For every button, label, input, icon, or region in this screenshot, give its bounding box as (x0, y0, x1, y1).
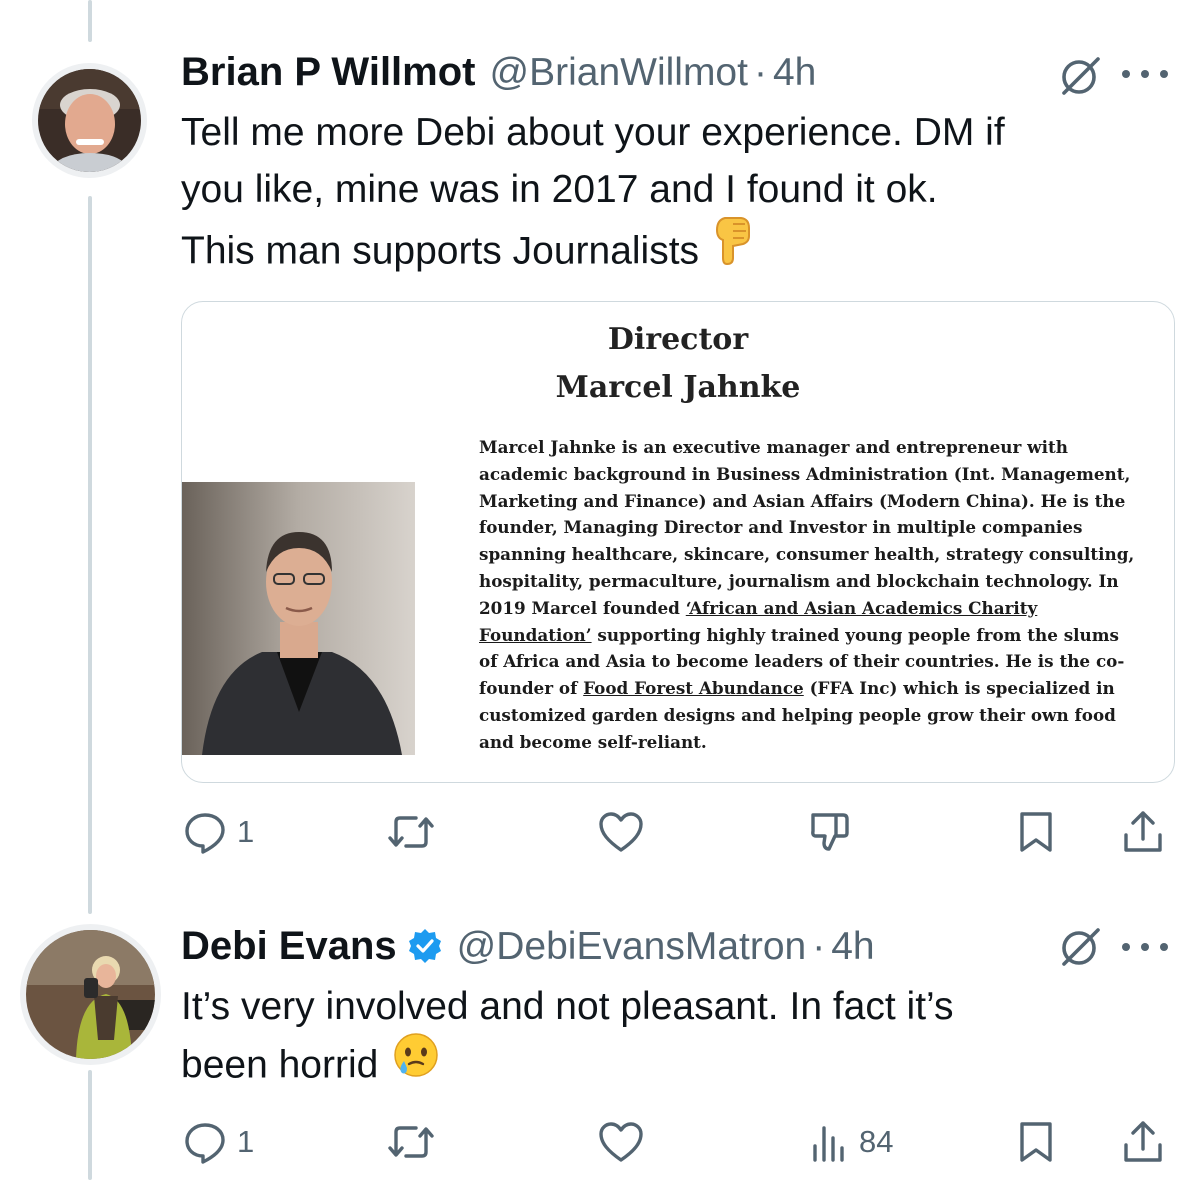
tweet-header: Debi Evans @DebiEvansMatron · 4h (181, 923, 875, 969)
bookmark-button[interactable] (1016, 1112, 1056, 1172)
bio-text: Marcel Jahnke is an executive manager an… (479, 437, 1135, 618)
timestamp[interactable]: 4h (773, 51, 816, 95)
portrait-photo (182, 482, 415, 755)
tweet-text: Tell me more Debi about your experience.… (181, 104, 1005, 275)
tweet-action-bar: 1 (181, 802, 1173, 862)
separator-dot: · (812, 925, 826, 968)
tweet-text-line: been horrid (181, 1043, 379, 1087)
food-forest-abundance-link: Food Forest Abundance (583, 678, 804, 699)
tweet-action-bar: 1 84 (181, 1112, 1173, 1172)
bookmark-icon (1020, 812, 1052, 852)
share-button[interactable] (1121, 1112, 1165, 1172)
tweet-header: Brian P Willmot @BrianWillmot · 4h (181, 50, 816, 95)
more-options-icon[interactable] (1122, 67, 1168, 81)
reply-icon (185, 813, 225, 854)
thread-line-middle (88, 196, 92, 914)
reply-icon (185, 1123, 225, 1164)
tweet-text-line: This man supports Journalists (181, 229, 700, 273)
media-image-card[interactable]: Director Marcel Jahnke Marcel Jahnke is … (181, 301, 1175, 783)
face-holding-back-tears-icon (392, 1031, 440, 1095)
avatar-photo (38, 69, 141, 172)
bookmark-icon (1020, 1122, 1052, 1162)
more-options-icon[interactable] (1122, 940, 1168, 954)
share-icon (1124, 811, 1162, 852)
grok-icon[interactable] (1058, 54, 1102, 98)
verified-badge-icon (408, 929, 441, 963)
share-button[interactable] (1121, 802, 1165, 862)
views-count: 84 (859, 1124, 894, 1159)
retweet-button[interactable] (386, 802, 446, 862)
dislike-button[interactable] (807, 802, 863, 862)
tweet-text-line-with-emoji: been horrid (181, 1033, 954, 1092)
author-name[interactable]: Brian P Willmot (181, 50, 476, 95)
reply-count: 1 (237, 814, 255, 849)
retweet-icon (388, 1126, 434, 1158)
biography-text: Marcel Jahnke is an executive manager an… (479, 434, 1139, 756)
tweet-text-line: you like, mine was in 2017 and I found i… (181, 168, 938, 211)
share-icon (1124, 1121, 1162, 1162)
heart-icon (599, 812, 643, 852)
author-handle[interactable]: @BrianWillmot (490, 51, 748, 95)
reply-button[interactable]: 1 (183, 802, 254, 862)
tweet-text: It’s very involved and not pleasant. In … (181, 978, 954, 1092)
avatar-photo (26, 930, 155, 1059)
heart-icon (599, 1122, 643, 1162)
bookmark-button[interactable] (1016, 802, 1056, 862)
views-icon (813, 1126, 844, 1162)
author-name[interactable]: Debi Evans (181, 924, 397, 969)
document-title: Director (607, 322, 749, 357)
like-button[interactable] (598, 802, 654, 862)
dislike-icon (811, 813, 849, 851)
tweet-text-line: Tell me more Debi about your experience.… (181, 111, 1005, 154)
avatar[interactable] (38, 69, 141, 172)
tweet-text-line: It’s very involved and not pleasant. In … (181, 985, 954, 1028)
views-button[interactable]: 84 (809, 1112, 893, 1172)
thread-line-top (88, 0, 92, 42)
grok-icon[interactable] (1058, 925, 1102, 969)
tweet-text-line-with-emoji: This man supports Journalists (181, 217, 1005, 275)
like-button[interactable] (598, 1112, 654, 1172)
timestamp[interactable]: 4h (831, 925, 874, 969)
retweet-button[interactable] (386, 1112, 446, 1172)
avatar[interactable] (26, 930, 155, 1059)
reply-button[interactable]: 1 (183, 1112, 254, 1172)
separator-dot: · (753, 51, 767, 94)
retweet-icon (388, 816, 434, 848)
thread-line-bottom (88, 1070, 92, 1180)
reply-count: 1 (237, 1124, 255, 1159)
author-handle[interactable]: @DebiEvansMatron (457, 925, 807, 969)
document-subtitle: Marcel Jahnke (555, 370, 801, 405)
backhand-index-pointing-down-icon (713, 214, 753, 284)
